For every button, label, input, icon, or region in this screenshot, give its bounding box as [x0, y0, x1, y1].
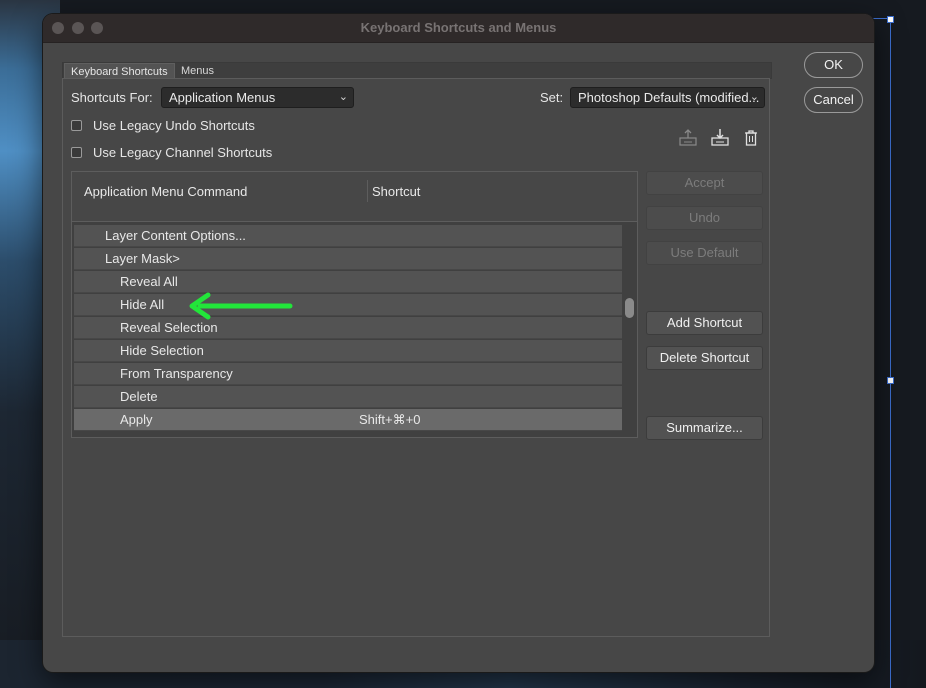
selection-guide-line — [890, 18, 891, 688]
row-command: Reveal Selection — [120, 320, 218, 335]
shortcut-list: Layer Content Options... Layer Mask> Rev… — [71, 221, 638, 438]
table-row[interactable]: Hide All — [74, 294, 622, 316]
add-shortcut-button[interactable]: Add Shortcut — [646, 311, 763, 335]
chevron-down-icon: ⌄ — [749, 91, 759, 103]
column-divider — [367, 180, 368, 202]
accept-button[interactable]: Accept — [646, 171, 763, 195]
table-row[interactable]: Delete — [74, 386, 622, 408]
title-bar: Keyboard Shortcuts and Menus — [43, 14, 874, 43]
set-label: Set: — [540, 90, 564, 105]
column-header-shortcut[interactable]: Shortcut — [372, 184, 420, 199]
row-command: Hide Selection — [120, 343, 204, 358]
table-row[interactable]: Layer Mask> — [74, 248, 622, 270]
row-command: Layer Content Options... — [105, 228, 246, 243]
scrollbar-thumb[interactable] — [625, 298, 634, 318]
trash-icon[interactable] — [742, 129, 762, 149]
legacy-undo-checkbox[interactable] — [71, 120, 82, 131]
save-set-icon[interactable] — [678, 128, 698, 148]
shortcuts-for-select[interactable]: Application Menus ⌄ — [161, 87, 354, 108]
ok-button[interactable]: OK — [804, 52, 863, 78]
table-header: Application Menu Command Shortcut — [71, 171, 638, 225]
shortcuts-for-label: Shortcuts For: — [71, 90, 153, 105]
column-header-command[interactable]: Application Menu Command — [84, 184, 247, 199]
list-scrollbar[interactable] — [624, 224, 636, 435]
table-row[interactable]: Reveal Selection — [74, 317, 622, 339]
legacy-undo-label: Use Legacy Undo Shortcuts — [93, 118, 255, 133]
set-select[interactable]: Photoshop Defaults (modified... ⌄ — [570, 87, 765, 108]
cancel-button[interactable]: Cancel — [804, 87, 863, 113]
tab-menus[interactable]: Menus — [175, 63, 220, 79]
transform-handle-top[interactable] — [887, 16, 894, 23]
table-row[interactable]: Hide Selection — [74, 340, 622, 362]
save-set-as-icon[interactable] — [710, 128, 730, 148]
row-shortcut: Shift+⌘+0 — [359, 412, 421, 427]
set-value: Photoshop Defaults (modified... — [578, 90, 760, 105]
row-command: Apply — [120, 412, 153, 427]
window-title: Keyboard Shortcuts and Menus — [360, 20, 557, 35]
shortcuts-for-value: Application Menus — [169, 90, 276, 105]
row-command: From Transparency — [120, 366, 233, 381]
summarize-button[interactable]: Summarize... — [646, 416, 763, 440]
chevron-down-icon: ⌄ — [338, 91, 348, 103]
row-command: Reveal All — [120, 274, 178, 289]
table-row[interactable]: Layer Content Options... — [74, 225, 622, 247]
transform-handle-middle[interactable] — [887, 377, 894, 384]
row-command: Layer Mask> — [105, 251, 180, 266]
table-row[interactable]: From Transparency — [74, 363, 622, 385]
delete-shortcut-button[interactable]: Delete Shortcut — [646, 346, 763, 370]
legacy-channel-checkbox[interactable] — [71, 147, 82, 158]
undo-button[interactable]: Undo — [646, 206, 763, 230]
tab-keyboard-shortcuts[interactable]: Keyboard Shortcuts — [64, 63, 175, 79]
row-command: Hide All — [120, 297, 165, 312]
table-row-selected[interactable]: Apply Shift+⌘+0 — [74, 409, 622, 431]
row-command: Delete — [120, 389, 158, 404]
legacy-channel-label: Use Legacy Channel Shortcuts — [93, 145, 273, 160]
table-row[interactable]: Reveal All — [74, 271, 622, 293]
use-default-button[interactable]: Use Default — [646, 241, 763, 265]
keyboard-shortcuts-dialog: Keyboard Shortcuts and Menus Keyboard Sh… — [43, 14, 874, 672]
